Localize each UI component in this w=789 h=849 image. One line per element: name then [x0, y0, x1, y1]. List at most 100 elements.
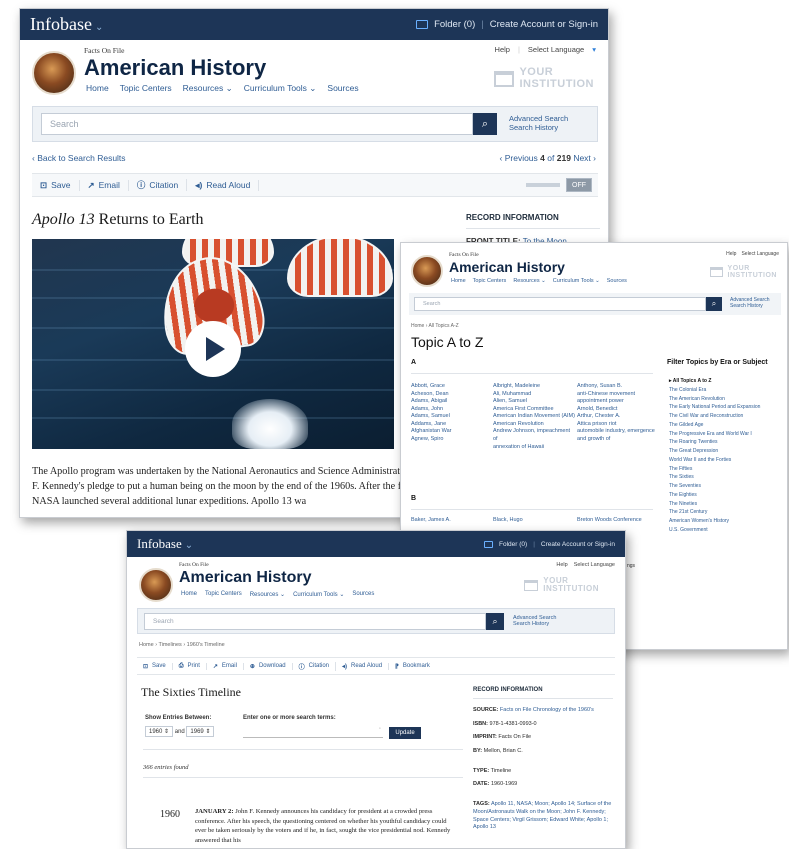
highlight-toggle[interactable]: OFF: [566, 178, 592, 192]
filter-item[interactable]: The Gilded Age: [669, 421, 787, 430]
play-button[interactable]: [185, 321, 241, 377]
help-link[interactable]: Help: [726, 251, 736, 257]
topic-link[interactable]: annexation of Hawaii: [493, 444, 575, 452]
filter-item[interactable]: American Women's History: [669, 517, 787, 526]
filter-item[interactable]: The Great Depression: [669, 447, 787, 456]
search-button[interactable]: ⌕: [473, 113, 497, 135]
nav-home[interactable]: Home: [451, 278, 466, 284]
nav-topic-centers[interactable]: Topic Centers: [120, 83, 172, 94]
source-link[interactable]: Facts on File Chronology of the 1960's: [500, 707, 594, 713]
search-button[interactable]: ⌕: [486, 612, 504, 630]
nav-topic-centers[interactable]: Topic Centers: [473, 278, 507, 284]
topic-link[interactable]: Agnew, Spiro: [411, 436, 491, 444]
nav-home[interactable]: Home: [86, 83, 109, 94]
read-aloud-button[interactable]: ◂) Read Aloud: [336, 662, 390, 670]
topic-link[interactable]: Addams, Jane: [411, 421, 491, 429]
filter-item-selected[interactable]: ▸ All Topics A to Z: [669, 377, 787, 386]
filter-item[interactable]: U.S. Government: [669, 526, 787, 535]
search-history-link[interactable]: Search History: [730, 303, 769, 310]
site-logo[interactable]: [411, 255, 443, 287]
filter-item[interactable]: The Sixties: [669, 473, 787, 482]
topic-link[interactable]: Arthur, Chester A.: [577, 413, 657, 421]
filter-item[interactable]: World War II and the Forties: [669, 456, 787, 465]
topic-link[interactable]: Adams, Abigail: [411, 398, 491, 406]
print-button[interactable]: ⎙ Print: [173, 662, 207, 670]
search-input[interactable]: Search: [414, 297, 706, 311]
language-select[interactable]: Select Language: [574, 562, 615, 568]
topic-link[interactable]: automobile industry, emergence and growt…: [577, 428, 657, 443]
year-from-select[interactable]: 1960 ⇕: [145, 726, 174, 737]
nav-resources[interactable]: Resources ⌄: [250, 591, 285, 598]
folder-link[interactable]: Folder (0): [434, 19, 475, 30]
topic-link[interactable]: Afghanistan War: [411, 428, 491, 436]
search-history-link[interactable]: Search History: [513, 621, 556, 627]
help-link[interactable]: Help: [495, 45, 510, 54]
site-title[interactable]: American History: [84, 55, 266, 81]
account-link[interactable]: Create Account or Sign-in: [490, 19, 598, 30]
topic-link[interactable]: Andrew Johnson, impeachment of: [493, 428, 575, 443]
save-button[interactable]: ⊡ Save: [32, 179, 80, 191]
filter-item[interactable]: The Roaring Twenties: [669, 438, 787, 447]
site-title[interactable]: American History: [179, 569, 312, 587]
site-title[interactable]: American History: [449, 259, 565, 275]
nav-sources[interactable]: Sources: [352, 591, 374, 598]
topic-link[interactable]: Ali, Muhammad: [493, 391, 575, 399]
topic-link[interactable]: anti-Chinese movement: [577, 391, 657, 399]
topic-link[interactable]: Abbott, Grace: [411, 383, 491, 391]
topic-link[interactable]: Black, Hugo: [493, 517, 573, 525]
highlight-slider[interactable]: [526, 183, 560, 187]
video-player[interactable]: [32, 239, 394, 449]
site-logo[interactable]: [32, 51, 76, 95]
read-aloud-button[interactable]: ◂) Read Aloud: [187, 179, 260, 191]
topic-link[interactable]: Adams, Samuel: [411, 413, 491, 421]
topic-link[interactable]: Breton Woods Conference: [577, 517, 657, 525]
topic-link[interactable]: Acheson, Dean: [411, 391, 491, 399]
filter-item[interactable]: The Seventies: [669, 482, 787, 491]
filter-item[interactable]: The American Revolution: [669, 395, 787, 404]
topic-link[interactable]: Alien, Samuel: [493, 398, 575, 406]
nav-topic-centers[interactable]: Topic Centers: [205, 591, 242, 598]
nav-curriculum-tools[interactable]: Curriculum Tools ⌄: [293, 591, 344, 598]
filter-item[interactable]: The Colonial Era: [669, 386, 787, 395]
nav-resources[interactable]: Resources ⌄: [183, 83, 233, 94]
next-link[interactable]: Next: [573, 153, 590, 163]
infobase-brand[interactable]: Infobase ⌄: [137, 536, 193, 552]
filter-item[interactable]: The Progressive Era and World War I: [669, 430, 787, 439]
filter-item[interactable]: The Fifties: [669, 465, 787, 474]
nav-resources[interactable]: Resources ⌄: [513, 278, 545, 284]
nav-home[interactable]: Home: [181, 591, 197, 598]
chevron-right-icon[interactable]: ›: [591, 153, 596, 163]
topic-link[interactable]: Albright, Madeleine: [493, 383, 575, 391]
topic-link[interactable]: Adams, John: [411, 406, 491, 414]
save-button[interactable]: ⊡ Save: [137, 662, 173, 670]
search-terms-input[interactable]: ◦: [243, 726, 383, 738]
email-button[interactable]: ↗ Email: [80, 179, 129, 191]
update-button[interactable]: Update: [389, 727, 421, 739]
nav-sources[interactable]: Sources: [327, 83, 358, 94]
citation-button[interactable]: ⓘ Citation: [293, 661, 336, 671]
filter-item[interactable]: The Civil War and Reconstruction: [669, 412, 787, 421]
filter-item[interactable]: The Nineties: [669, 500, 787, 509]
folder-link[interactable]: Folder (0): [499, 541, 527, 548]
account-link[interactable]: Create Account or Sign-in: [541, 541, 615, 548]
topic-link[interactable]: Attica prison riot: [577, 421, 657, 429]
tags-links[interactable]: Apollo 11, NASA; Moon; Apollo 14; Surfac…: [473, 801, 611, 830]
topic-link[interactable]: American Indian Movement (AIM): [493, 413, 575, 421]
filter-item[interactable]: The Eighties: [669, 491, 787, 500]
email-button[interactable]: ↗ Email: [207, 662, 244, 670]
topic-link[interactable]: America First Committee: [493, 406, 575, 414]
bookmark-button[interactable]: ⁋ Bookmark: [389, 663, 436, 670]
topic-link[interactable]: American Revolution: [493, 421, 575, 429]
search-button[interactable]: ⌕: [706, 297, 722, 311]
year-to-select[interactable]: 1969 ⇕: [186, 726, 215, 737]
clear-icon[interactable]: ◦: [379, 726, 381, 732]
download-button[interactable]: ⊕ Download: [244, 662, 293, 670]
nav-curriculum-tools[interactable]: Curriculum Tools ⌄: [553, 278, 600, 284]
citation-button[interactable]: ⓘ Citation: [129, 179, 188, 191]
site-logo[interactable]: [139, 568, 173, 602]
language-select[interactable]: Select Language: [528, 45, 584, 54]
search-input[interactable]: Search: [144, 612, 486, 630]
topic-link[interactable]: appointment power: [577, 398, 657, 406]
infobase-brand[interactable]: Infobase ⌄: [30, 14, 103, 35]
topic-link[interactable]: Arnold, Benedict: [577, 406, 657, 414]
